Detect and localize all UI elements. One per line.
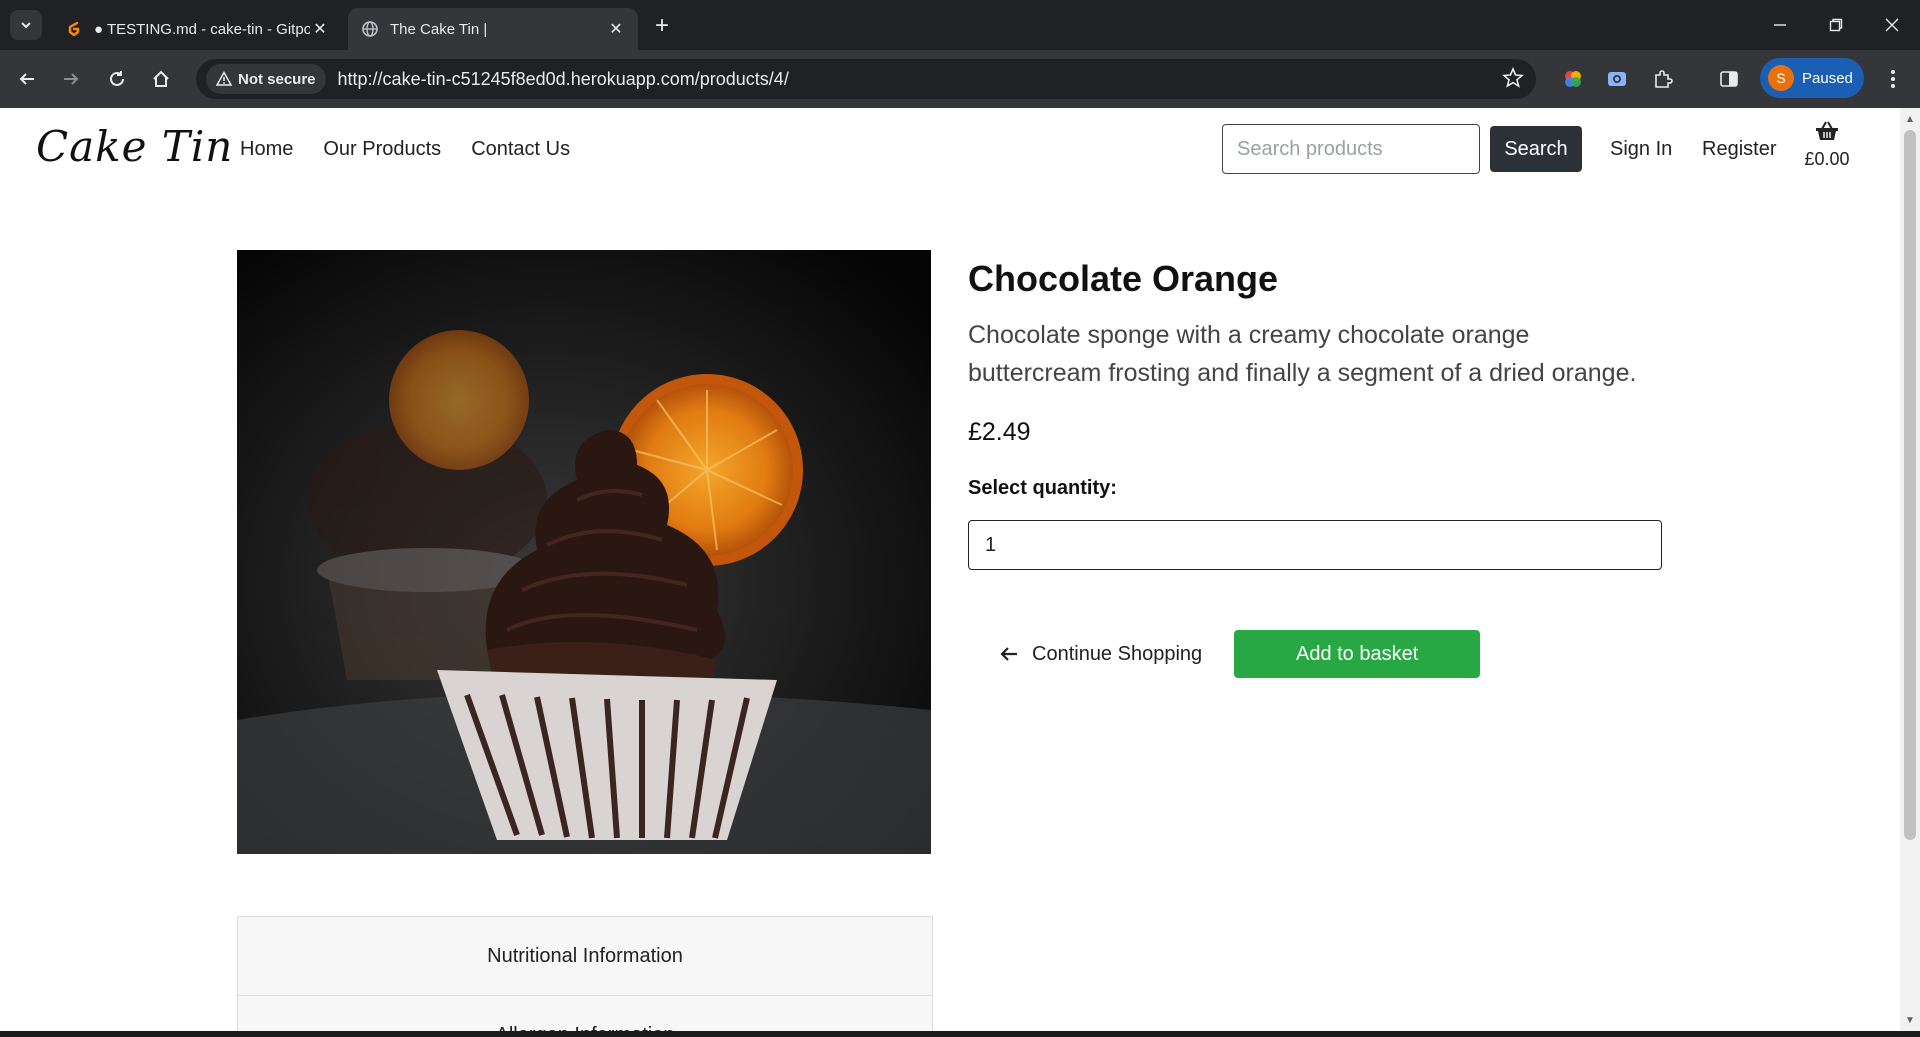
- product-name: Chocolate Orange: [968, 258, 1279, 299]
- scroll-up-icon[interactable]: ▲: [1900, 110, 1920, 128]
- tab-title: ● TESTING.md - cake-tin - Gitpod: [94, 20, 310, 38]
- close-icon[interactable]: ✕: [310, 19, 330, 39]
- close-icon[interactable]: ✕: [606, 19, 626, 39]
- profile-status: Paused: [1802, 69, 1853, 87]
- home-icon: [153, 70, 169, 87]
- arrow-right-icon: [64, 73, 79, 85]
- continue-shopping-label: Continue Shopping: [1032, 642, 1203, 665]
- basket-icon: [1816, 121, 1838, 140]
- add-to-basket-button[interactable]: Add to basket: [1234, 630, 1481, 678]
- continue-shopping-button[interactable]: Continue Shopping: [1000, 643, 1202, 666]
- site-header: Cake Tin Home Our Products Contact Us Se…: [0, 108, 1900, 188]
- forward-button[interactable]: [56, 64, 86, 94]
- product-actions: Continue Shopping Add to basket: [968, 630, 1668, 678]
- quantity-value: 1: [985, 533, 997, 556]
- accordion-nutritional-information[interactable]: Nutritional Information: [238, 917, 932, 996]
- more-vert-icon: [1891, 70, 1895, 88]
- basket-link[interactable]: £0.00: [1802, 120, 1852, 170]
- page-viewport: Cake Tin Home Our Products Contact Us Se…: [0, 108, 1900, 1037]
- register-link[interactable]: Register: [1702, 138, 1776, 161]
- warning-icon: [216, 71, 232, 86]
- address-bar[interactable]: Not secure http://cake-tin-c51245f8ed0d.…: [196, 59, 1536, 99]
- browser-tab-bar: ● TESTING.md - cake-tin - Gitpod ✕ The C…: [0, 0, 1920, 50]
- security-label: Not secure: [238, 70, 316, 88]
- close-icon: [1885, 18, 1899, 32]
- product-price: £2.49: [968, 418, 1031, 446]
- product-info-accordion: Nutritional Information Allergen Informa…: [237, 916, 933, 1037]
- search-input[interactable]: [1222, 124, 1480, 174]
- browser-toolbar: Not secure http://cake-tin-c51245f8ed0d.…: [0, 50, 1920, 108]
- home-button[interactable]: [146, 64, 176, 94]
- basket-total: £0.00: [1804, 149, 1850, 169]
- sign-in-link[interactable]: Sign In: [1610, 138, 1672, 161]
- arrow-left-icon: [19, 73, 34, 85]
- side-panel-icon[interactable]: [1714, 64, 1744, 94]
- tab-title: The Cake Tin |: [390, 20, 488, 38]
- browser-menu-button[interactable]: [1878, 64, 1908, 94]
- reload-icon: [110, 71, 124, 86]
- quantity-input[interactable]: 1: [968, 520, 1662, 570]
- reload-button[interactable]: [102, 64, 132, 94]
- site-security-chip[interactable]: Not secure: [206, 64, 326, 94]
- new-tab-button[interactable]: +: [648, 12, 676, 40]
- arrow-left-icon: [1000, 647, 1017, 661]
- quantity-label: Select quantity:: [968, 477, 1117, 499]
- bookmark-star-icon[interactable]: [1502, 66, 1524, 94]
- scroll-down-icon[interactable]: ▼: [1900, 1011, 1920, 1029]
- globe-icon: [360, 19, 380, 39]
- restore-button[interactable]: [1808, 0, 1864, 50]
- extensions-puzzle-icon[interactable]: [1648, 64, 1678, 94]
- minimize-button[interactable]: [1752, 0, 1808, 50]
- avatar: S: [1768, 65, 1794, 91]
- profile-button[interactable]: S Paused: [1760, 58, 1864, 98]
- scrollbar-thumb[interactable]: [1904, 130, 1916, 840]
- product-details: Chocolate Orange Chocolate sponge with a…: [968, 250, 1668, 678]
- product-image: [237, 250, 931, 854]
- restore-icon: [1829, 18, 1843, 32]
- url-text: http://cake-tin-c51245f8ed0d.herokuapp.c…: [337, 68, 789, 89]
- search-button[interactable]: Search: [1490, 126, 1582, 172]
- site-logo[interactable]: Cake Tin: [36, 122, 233, 171]
- gitpod-icon: [64, 19, 84, 39]
- minimize-icon: [1774, 24, 1786, 26]
- browser-tab-cake-tin[interactable]: The Cake Tin | ✕: [348, 8, 638, 50]
- page-scrollbar[interactable]: ▲ ▼: [1900, 108, 1920, 1037]
- back-button[interactable]: [12, 64, 42, 94]
- product-description: Chocolate sponge with a creamy chocolate…: [968, 321, 1637, 387]
- tab-search-button[interactable]: [10, 10, 42, 40]
- nav-contact-us[interactable]: Contact Us: [471, 138, 570, 161]
- extension-screenshot-icon[interactable]: [1602, 64, 1632, 94]
- nav-our-products[interactable]: Our Products: [323, 138, 441, 161]
- main-nav: Home Our Products Contact Us: [240, 138, 570, 161]
- taskbar-edge: [0, 1031, 1920, 1037]
- browser-tab-gitpod[interactable]: ● TESTING.md - cake-tin - Gitpod ✕: [52, 8, 342, 50]
- nav-home[interactable]: Home: [240, 138, 293, 161]
- close-window-button[interactable]: [1864, 0, 1920, 50]
- chevron-down-icon: [21, 22, 31, 29]
- extension-color-picker-icon[interactable]: [1558, 64, 1588, 94]
